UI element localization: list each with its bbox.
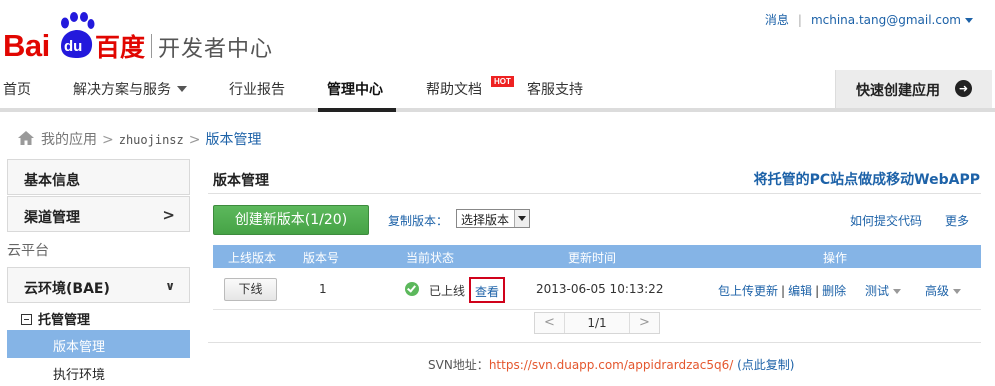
column-header-version-number: 版本号 <box>303 251 340 265</box>
collapse-icon <box>21 314 32 325</box>
baidu-paw-icon: du <box>61 12 95 58</box>
user-email: mchina.tang@gmail.com <box>810 13 961 27</box>
sidebar-item-label: 基本信息 <box>24 173 80 189</box>
sidebar-item-basic-info[interactable]: 基本信息 <box>7 159 190 195</box>
svn-copy-link[interactable]: (点此复制) <box>737 358 794 372</box>
delete-link[interactable]: 删除 <box>822 284 846 298</box>
version-select[interactable]: 选择版本 <box>456 209 530 228</box>
nav-solutions-label: 解决方案与服务 <box>73 82 171 98</box>
chevron-down-icon: ∨ <box>165 279 175 293</box>
arrow-right-circle-icon: ➜ <box>955 80 972 97</box>
sidebar-item-cloud-env[interactable]: 云环境(BAE) ∨ <box>7 267 190 303</box>
column-header-actions: 操作 <box>823 251 848 265</box>
svn-url[interactable]: https://svn.duapp.com/appidrardzac5q6/ <box>489 358 733 372</box>
svn-divider <box>208 342 981 343</box>
op-divider: | <box>781 284 786 298</box>
quick-create-app-button[interactable]: 快速创建应用 ➜ <box>835 70 992 108</box>
nav-solutions[interactable]: 解决方案与服务 <box>73 79 187 99</box>
updated-time: 2013-06-05 10:13:22 <box>536 282 664 296</box>
sidebar-item-label: 版本管理 <box>53 340 106 355</box>
column-header-online-version: 上线版本 <box>228 251 277 265</box>
nav-active-indicator <box>318 108 396 112</box>
chevron-right-icon: > <box>162 206 175 224</box>
pagination: < 1/1 > <box>534 312 660 334</box>
baidu-developer-logo[interactable]: Bai du 百度 开发者中心 <box>3 12 293 63</box>
svn-label: SVN地址： <box>428 358 489 372</box>
svn-address: SVN地址：https://svn.duapp.com/appidrardzac… <box>428 356 794 373</box>
sidebar-item-label: 托管管理 <box>38 313 91 328</box>
advanced-label: 高级 <box>925 284 950 298</box>
nav-help-docs[interactable]: 帮助文档 <box>426 79 482 99</box>
pager-prev-button[interactable]: < <box>535 313 565 333</box>
row-operations: 包上传更新 | 编辑 | 删除 <box>718 282 846 299</box>
pager-page-number: 1/1 <box>587 316 607 330</box>
top-links: 消息 | mchina.tang@gmail.com <box>765 11 973 28</box>
nav-customer-support[interactable]: 客服支持 <box>527 79 583 99</box>
test-menu[interactable]: 测试 <box>865 282 902 299</box>
how-to-submit-link[interactable]: 如何提交代码 <box>850 212 922 229</box>
sidebar-item-label: 渠道管理 <box>24 210 80 226</box>
sidebar-item-channel-management[interactable]: 渠道管理 > <box>7 196 190 232</box>
sidebar-item-label: 执行环境 <box>53 368 106 383</box>
sidebar-item-label: 云环境(BAE) <box>24 281 110 297</box>
header: Bai du 百度 开发者中心 消息 | mchina.tang@gmail.com <box>0 0 995 70</box>
advanced-menu[interactable]: 高级 <box>925 282 962 299</box>
hot-badge: HOT <box>491 76 514 87</box>
test-label: 测试 <box>865 284 890 298</box>
nav-management-center[interactable]: 管理中心 <box>327 79 383 99</box>
table-header: 上线版本 版本号 当前状态 更新时间 操作 <box>213 245 981 268</box>
status-text: 已上线 <box>429 284 466 298</box>
chevron-down-icon <box>893 289 902 294</box>
dropdown-arrow-icon <box>514 210 529 227</box>
edit-link[interactable]: 编辑 <box>788 284 812 298</box>
copy-version-label: 复制版本： <box>388 214 449 228</box>
column-header-status: 当前状态 <box>406 251 455 265</box>
version-number: 1 <box>319 282 327 296</box>
logo-subtitle: 开发者中心 <box>158 37 274 62</box>
view-link[interactable]: 查看 <box>469 277 505 303</box>
sidebar-item-version-management[interactable]: 版本管理 <box>7 330 190 358</box>
chevron-down-icon <box>965 18 973 23</box>
nav-home[interactable]: 首页 <box>3 79 31 99</box>
table-row: 下线 1 已上线 查看 2013-06-05 10:13:22 包上传更新 | 编辑… <box>213 268 981 310</box>
breadcrumb-separator-icon: > <box>188 132 201 148</box>
sidebar-item-exec-env[interactable]: 执行环境 <box>7 358 190 386</box>
column-header-updated: 更新时间 <box>568 251 617 265</box>
more-link[interactable]: 更多 <box>945 212 969 229</box>
top-links-divider: | <box>797 13 802 27</box>
chevron-down-icon <box>177 86 187 92</box>
check-circle-icon <box>405 282 419 296</box>
webapp-link[interactable]: 将托管的PC站点做成移动WebAPP <box>754 169 980 189</box>
title-divider <box>208 193 981 194</box>
nav-industry-report[interactable]: 行业报告 <box>229 79 285 99</box>
user-email-menu[interactable]: mchina.tang@gmail.com <box>811 13 973 27</box>
breadcrumb: 我的应用 > zhuojinsz > 版本管理 <box>17 129 262 149</box>
sidebar-heading-cloud-platform: 云平台 <box>7 243 49 259</box>
logo-chinese-text: 百度 <box>95 33 146 62</box>
breadcrumb-separator-icon: > <box>102 132 114 148</box>
logo-bai-text: Bai <box>3 28 50 63</box>
logo-du-text: du <box>64 38 82 55</box>
messages-link[interactable]: 消息 <box>765 13 789 27</box>
page-title: 版本管理 <box>213 173 269 189</box>
nav-underline <box>0 108 995 112</box>
breadcrumb-my-apps[interactable]: 我的应用 <box>41 132 97 148</box>
breadcrumb-app-name[interactable]: zhuojinsz <box>119 133 184 147</box>
quick-create-label: 快速创建应用 <box>856 83 940 99</box>
create-version-button[interactable]: 创建新版本(1/20) <box>213 205 369 235</box>
sidebar-item-hosting-management[interactable]: 托管管理 <box>7 303 190 331</box>
home-icon[interactable] <box>17 130 35 146</box>
version-select-value: 选择版本 <box>461 213 510 227</box>
package-upload-link[interactable]: 包上传更新 <box>718 284 778 298</box>
op-divider: | <box>815 284 820 298</box>
pager-next-button[interactable]: > <box>629 313 659 333</box>
logo-divider <box>151 34 152 58</box>
breadcrumb-current: 版本管理 <box>205 132 262 148</box>
chevron-down-icon <box>953 289 962 294</box>
offline-button[interactable]: 下线 <box>224 278 277 301</box>
